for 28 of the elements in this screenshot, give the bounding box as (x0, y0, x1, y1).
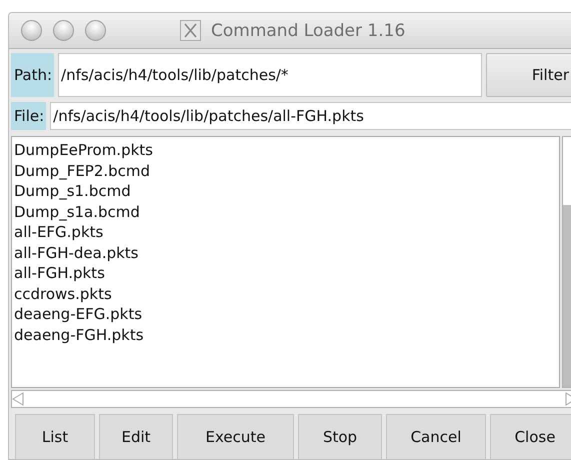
file-list-item[interactable]: Dump_s1.bcmd (12, 181, 559, 202)
file-list-item[interactable]: deaeng-FGH.pkts (12, 324, 559, 345)
file-list-item[interactable]: ccdrows.pkts (12, 284, 559, 304)
scroll-left-icon[interactable] (12, 392, 24, 406)
stop-button[interactable]: Stop (298, 414, 382, 459)
file-list-item[interactable]: Dump_FEP2.bcmd (12, 160, 559, 181)
window-control-icon[interactable] (21, 20, 42, 41)
horizontal-scrollbar[interactable] (11, 390, 571, 408)
file-field[interactable]: /nfs/acis/h4/tools/lib/patches/all-FGH.pkts (50, 102, 571, 130)
close-button[interactable]: Close (490, 414, 571, 459)
path-label: Path: (11, 53, 54, 97)
execute-button[interactable]: Execute (177, 414, 294, 459)
window-control-icon[interactable] (53, 20, 74, 41)
window-control-icon[interactable] (85, 20, 106, 41)
x11-icon (180, 20, 201, 41)
edit-button[interactable]: Edit (99, 414, 173, 459)
file-list-item[interactable]: all-FGH-dea.pkts (12, 242, 559, 263)
window-title: Command Loader 1.16 (211, 20, 406, 40)
file-list-item[interactable]: deaeng-EFG.pkts (12, 304, 559, 324)
file-list-item[interactable]: Dump_s1a.bcmd (12, 202, 559, 222)
list-button[interactable]: List (15, 414, 95, 459)
path-field[interactable]: /nfs/acis/h4/tools/lib/patches/* (58, 53, 482, 97)
cancel-button[interactable]: Cancel (386, 414, 486, 459)
file-list-item[interactable]: DumpEeProm.pkts (12, 140, 559, 160)
file-list-item[interactable]: all-EFG.pkts (12, 222, 559, 242)
file-label: File: (11, 102, 46, 130)
filter-button[interactable]: Filter (486, 53, 571, 97)
file-list-item[interactable]: all-FGH.pkts (12, 263, 559, 284)
